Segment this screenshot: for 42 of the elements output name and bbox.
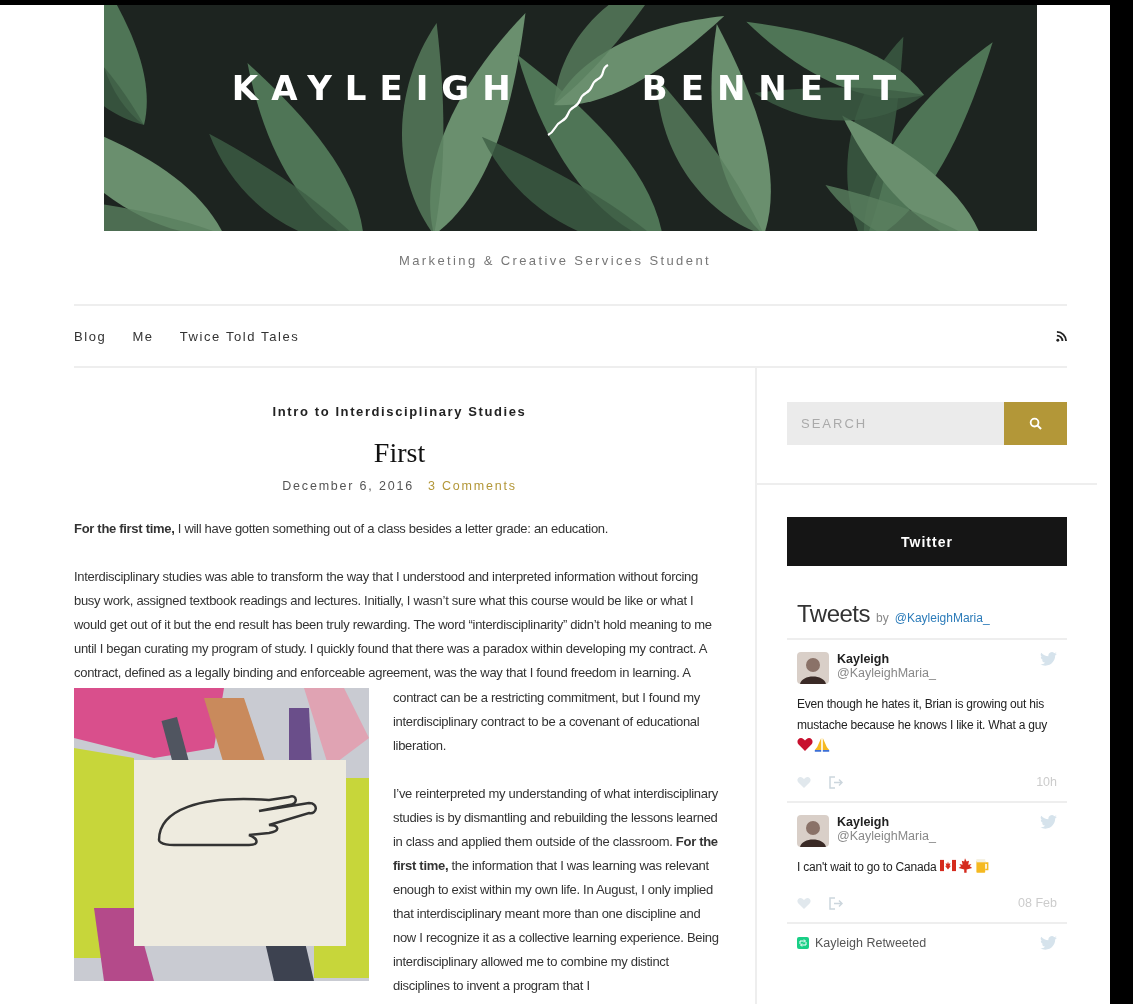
tweet-text: I can't wait to go to Canada — [797, 860, 937, 874]
site-title[interactable]: BENNETT — [641, 68, 910, 108]
post-date: December 6, 2016 — [282, 479, 414, 493]
heart-icon[interactable] — [797, 775, 811, 789]
post-category[interactable]: Intro to Interdisciplinary Studies — [74, 404, 725, 419]
search-field[interactable]: SEARCH — [787, 402, 1004, 445]
flag-icon — [939, 858, 956, 873]
author-handle[interactable]: @KayleighMaria_ — [837, 666, 1032, 680]
bird-icon[interactable] — [1040, 936, 1057, 950]
post-paragraph: contract can be a restricting commitment, but I found my interdisciplinary contract to be a covenant of educational liberation. — [393, 689, 701, 755]
timeline-heading: Tweets — [797, 600, 871, 628]
bird-icon[interactable] — [1040, 815, 1057, 829]
share-icon[interactable] — [829, 775, 843, 789]
site-title[interactable]: KAYLEIGH — [231, 68, 524, 108]
nav-link[interactable]: Me — [132, 328, 154, 344]
post-paragraph: I’ve reinterpreted my understanding of what interdisciplinary studies is by dismantling and rebuilding the lessons learned in class and applied them outside of the classroom. For the first time, the information that I was learning was relevant enough to exist within my own life. In August, I only implied that interdisciplinary meant more than one discipline and now I recognize it as a collective learning experience. Being interdisciplinary allowed me to combine my distinct disciplines to invent a program that I — [393, 785, 720, 995]
bird-icon[interactable] — [1040, 652, 1057, 666]
beer-mug-icon — [973, 858, 990, 873]
heart-icon[interactable] — [797, 896, 811, 910]
nav-link[interactable]: Twice Told Tales — [179, 328, 300, 344]
heart-icon — [797, 737, 813, 752]
post-title: First — [372, 437, 427, 469]
widget-title: Twitter — [787, 517, 1067, 566]
handle-link[interactable]: @KayleighMaria_ — [894, 611, 990, 625]
retweet-notice: Kayleigh Retweeted — [815, 936, 928, 950]
rss-icon[interactable] — [1056, 330, 1067, 342]
avatar[interactable] — [797, 652, 829, 684]
post-paragraph: For the first time, I will have gotten something out of a class besides a letter grade: an education. — [74, 520, 610, 538]
praying-hands-icon — [814, 737, 830, 752]
maple-leaf-icon — [956, 858, 973, 873]
retweet-icon — [797, 937, 809, 949]
nav-link[interactable]: Blog — [74, 328, 107, 344]
avatar[interactable] — [797, 815, 829, 847]
author-name[interactable]: Kayleigh — [837, 815, 1032, 829]
tweet-text: Even though he hates it, Brian is growing out his mustache because he knows I like it. What a guy — [797, 697, 1048, 732]
author-handle[interactable]: @KayleighMaria_ — [837, 829, 1032, 843]
search-icon — [1029, 417, 1042, 430]
search-button[interactable] — [1004, 402, 1067, 445]
tagline: Marketing & Creative Services Student — [397, 253, 713, 268]
share-icon[interactable] — [829, 896, 843, 910]
author-name[interactable]: Kayleigh — [837, 652, 1032, 666]
by-label: by — [876, 611, 889, 625]
